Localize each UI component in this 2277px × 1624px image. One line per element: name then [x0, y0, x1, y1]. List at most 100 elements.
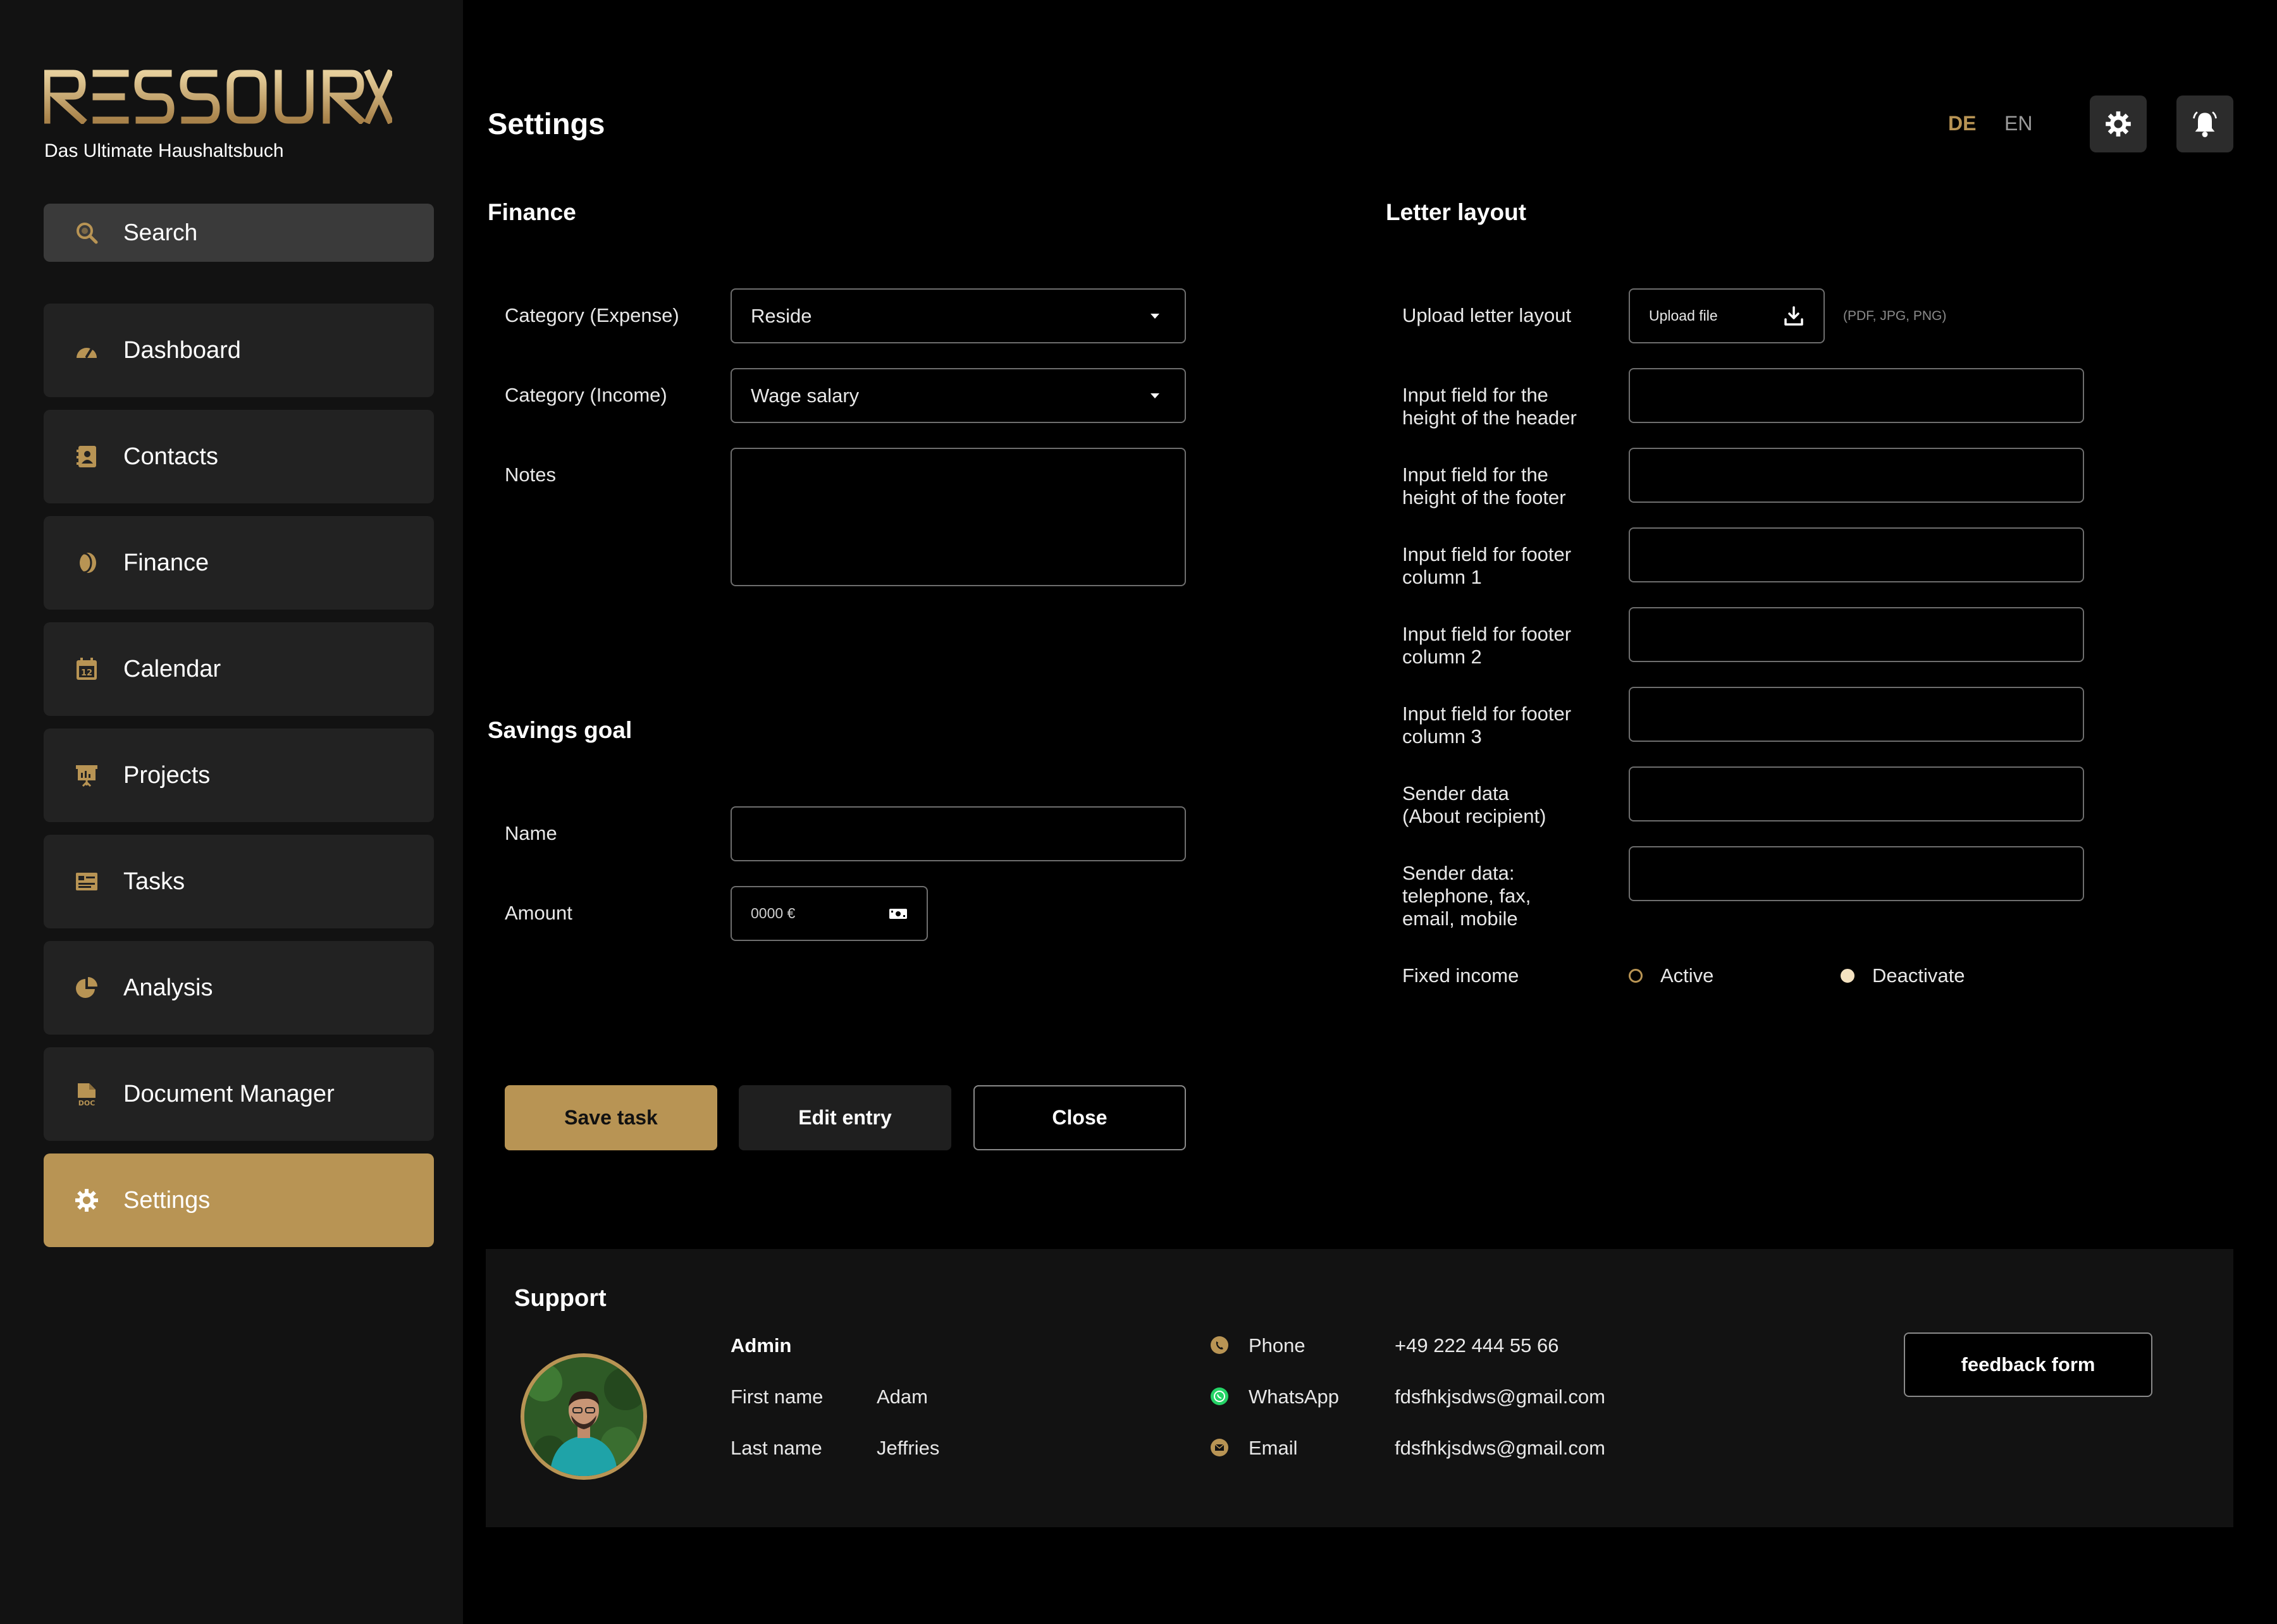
- settings-button[interactable]: [2090, 95, 2147, 152]
- avatar-image: [524, 1357, 643, 1476]
- category-expense-select[interactable]: Reside: [731, 288, 1186, 343]
- radio-deactivate[interactable]: Deactivate: [1841, 964, 1965, 987]
- search-label: Search: [123, 219, 198, 245]
- first-name-label: First name: [731, 1386, 824, 1408]
- close-button[interactable]: Close: [973, 1085, 1186, 1150]
- lang-de-toggle[interactable]: DE: [1948, 112, 1976, 135]
- support-panel: Support Admin First name Adam Last name …: [486, 1249, 2233, 1527]
- avatar: [521, 1353, 647, 1480]
- phone-label: Phone: [1249, 1334, 1305, 1356]
- sidebar-item-contacts[interactable]: Contacts: [44, 410, 434, 503]
- notes-label: Notes: [505, 464, 556, 486]
- finance-section-title: Finance: [488, 199, 576, 225]
- sidebar-item-calendar[interactable]: 12 Calendar: [44, 622, 434, 716]
- chevron-down-icon: [1151, 393, 1159, 398]
- label-line: Input field for footer: [1402, 543, 1572, 565]
- gear-icon: [74, 1188, 99, 1213]
- ressourx-logo[interactable]: [44, 70, 392, 124]
- label-line: Input field for footer: [1402, 703, 1572, 725]
- sidebar-item-tasks[interactable]: Tasks: [44, 835, 434, 928]
- sidebar-item-label: Settings: [123, 1186, 211, 1214]
- label-line: height of the footer: [1402, 486, 1566, 508]
- savings-amount-input[interactable]: 0000 €: [731, 886, 928, 941]
- first-name-value: Adam: [877, 1386, 928, 1408]
- sidebar-item-analysis[interactable]: Analysis: [44, 941, 434, 1035]
- footer-column-1-input[interactable]: [1629, 527, 2084, 582]
- calendar-icon: 12: [74, 656, 99, 682]
- banknote-icon: [889, 908, 907, 919]
- label-line: column 3: [1402, 725, 1482, 747]
- sidebar-item-projects[interactable]: Projects: [44, 729, 434, 822]
- radio-circle: [1629, 969, 1643, 983]
- footer-height-input[interactable]: [1629, 448, 2084, 503]
- fixed-income-label: Fixed income: [1402, 964, 1519, 987]
- presentation-board-icon: [74, 763, 99, 788]
- sidebar-item-label: Contacts: [123, 443, 218, 470]
- label-line: Input field for the: [1402, 464, 1548, 486]
- save-task-button[interactable]: Save task: [505, 1085, 717, 1150]
- sender-recipient-label: Sender data (About recipient): [1402, 782, 1546, 828]
- search-icon: [74, 220, 99, 245]
- svg-text:DOC: DOC: [78, 1099, 96, 1107]
- label-line: Sender data:: [1402, 862, 1515, 884]
- coins-icon: [74, 550, 99, 575]
- whatsapp-value[interactable]: fdsfhkjsdws@gmail.com: [1395, 1386, 1605, 1408]
- footer-column-3-input[interactable]: [1629, 687, 2084, 742]
- label-line: Input field for the: [1402, 384, 1548, 406]
- radio-active[interactable]: Active: [1629, 964, 1713, 987]
- feedback-form-button[interactable]: feedback form: [1904, 1332, 2152, 1397]
- savings-name-label: Name: [505, 822, 557, 844]
- upload-letter-label: Upload letter layout: [1402, 304, 1572, 326]
- label-line: Input field for footer: [1402, 623, 1572, 645]
- sidebar-item-document-manager[interactable]: DOC Document Manager: [44, 1047, 434, 1141]
- email-label: Email: [1249, 1437, 1298, 1459]
- chevron-down-icon: [1151, 313, 1159, 319]
- notes-textarea[interactable]: [731, 448, 1186, 586]
- download-icon: [1784, 305, 1803, 326]
- edit-entry-button[interactable]: Edit entry: [739, 1085, 951, 1150]
- label-line: email, mobile: [1402, 907, 1518, 930]
- footer-column-1-label: Input field for footer column 1: [1402, 543, 1571, 589]
- pie-chart-icon: [74, 975, 99, 1000]
- sidebar-item-label: Calendar: [123, 655, 221, 682]
- page-title: Settings: [488, 107, 605, 140]
- upload-file-button[interactable]: Upload file: [1629, 288, 1825, 343]
- sidebar-item-label: Document Manager: [123, 1080, 335, 1107]
- letter-section-title: Letter layout: [1386, 199, 1527, 225]
- whatsapp-icon: [1211, 1387, 1228, 1405]
- last-name-label: Last name: [731, 1437, 822, 1459]
- savings-name-input[interactable]: [731, 806, 1186, 861]
- notifications-button[interactable]: [2176, 95, 2233, 152]
- upload-file-label: Upload file: [1649, 307, 1718, 324]
- category-expense-value: Reside: [751, 304, 812, 327]
- whatsapp-label: WhatsApp: [1249, 1386, 1340, 1408]
- category-income-value: Wage salary: [751, 384, 860, 407]
- sidebar-item-finance[interactable]: Finance: [44, 516, 434, 610]
- lang-en-toggle[interactable]: EN: [2004, 112, 2032, 135]
- category-expense-label: Category (Expense): [505, 304, 679, 326]
- search-bar[interactable]: Search: [44, 204, 434, 262]
- sidebar-item-label: Dashboard: [123, 336, 241, 364]
- sidebar-item-label: Finance: [123, 549, 209, 576]
- sender-recipient-input[interactable]: [1629, 766, 2084, 821]
- label-line: column 1: [1402, 566, 1482, 588]
- footer-column-2-input[interactable]: [1629, 607, 2084, 662]
- sidebar-item-settings[interactable]: Settings: [44, 1153, 434, 1247]
- email-value[interactable]: fdsfhkjsdws@gmail.com: [1395, 1437, 1605, 1460]
- category-income-label: Category (Income): [505, 384, 667, 406]
- radio-deactivate-label: Deactivate: [1872, 964, 1965, 987]
- category-income-select[interactable]: Wage salary: [731, 368, 1186, 423]
- sender-contact-input[interactable]: [1629, 846, 2084, 901]
- sidebar-item-dashboard[interactable]: Dashboard: [44, 304, 434, 397]
- amount-placeholder: 0000 €: [751, 905, 796, 921]
- sidebar-item-label: Projects: [123, 761, 211, 789]
- phone-value[interactable]: +49 222 444 55 66: [1395, 1334, 1558, 1357]
- task-list-icon: [74, 869, 99, 894]
- support-title: Support: [514, 1285, 607, 1312]
- label-line: height of the header: [1402, 407, 1577, 429]
- upload-file-hint: (PDF, JPG, PNG): [1843, 309, 1947, 323]
- header-height-input[interactable]: [1629, 368, 2084, 423]
- sidebar-item-label: Tasks: [123, 868, 185, 895]
- gauge-icon: [74, 338, 99, 363]
- tagline: Das Ultimate Haushaltsbuch: [44, 140, 284, 161]
